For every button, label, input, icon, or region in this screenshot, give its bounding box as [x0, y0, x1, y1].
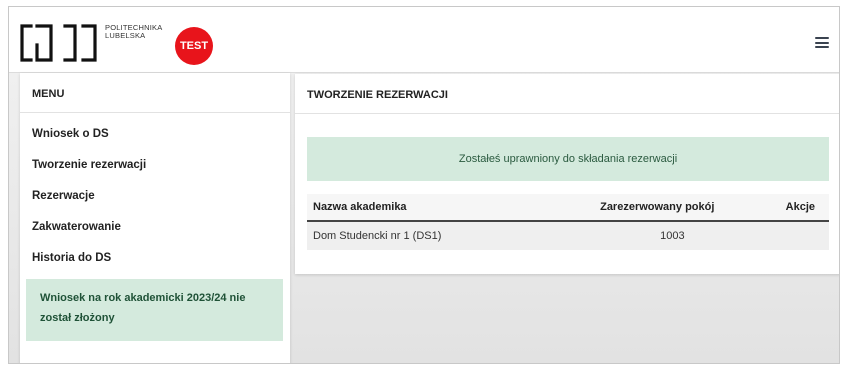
sidebar-menu: MENU Wniosek o DS Tworzenie rezerwacji R… — [20, 73, 290, 363]
application-status-alert: Wniosek na rok akademicki 2023/24 nie zo… — [26, 279, 283, 341]
sidebar-item-wniosek-o-ds[interactable]: Wniosek o DS — [20, 124, 290, 155]
university-name: POLITECHNIKA LUBELSKA — [105, 24, 162, 40]
dorm-name-cell: Dom Studencki nr 1 (DS1) — [307, 221, 595, 250]
column-header-room: Zarezerwowany pokój — [594, 194, 751, 222]
actions-cell — [750, 221, 829, 250]
application-status-line2: został złożony — [40, 312, 115, 324]
eligibility-success-alert: Zostałeś uprawniony do składania rezerwa… — [307, 137, 829, 181]
table-header-row: Nazwa akademika Zarezerwowany pokój Akcj… — [307, 194, 829, 222]
test-environment-badge: TEST — [175, 27, 213, 65]
sidebar-item-zakwaterowanie[interactable]: Zakwaterowanie — [20, 217, 290, 248]
reservations-table: Nazwa akademika Zarezerwowany pokój Akcj… — [307, 194, 829, 250]
sidebar-item-rezerwacje[interactable]: Rezerwacje — [20, 186, 290, 217]
university-name-line2: LUBELSKA — [105, 31, 146, 40]
table-row: Dom Studencki nr 1 (DS1) 1003 — [307, 221, 829, 250]
application-status-line1: Wniosek na rok akademicki 2023/24 nie — [40, 292, 246, 304]
sidebar-item-historia-do-ds[interactable]: Historia do DS — [20, 248, 290, 279]
sidebar-list: Wniosek o DS Tworzenie rezerwacji Rezerw… — [20, 113, 290, 279]
sidebar-title: MENU — [20, 73, 290, 113]
column-header-actions: Akcje — [750, 194, 829, 222]
university-logo[interactable] — [19, 21, 99, 65]
app-frame: POLITECHNIKA LUBELSKA TEST MENU Wniosek … — [8, 6, 840, 364]
top-bar: POLITECHNIKA LUBELSKA TEST — [9, 7, 839, 73]
sidebar-item-tworzenie-rezerwacji[interactable]: Tworzenie rezerwacji — [20, 155, 290, 186]
column-header-dorm: Nazwa akademika — [307, 194, 595, 222]
reservation-panel: TWORZENIE REZERWACJI Zostałeś uprawniony… — [295, 74, 839, 274]
page-title: TWORZENIE REZERWACJI — [295, 74, 839, 114]
hamburger-icon[interactable] — [815, 37, 829, 48]
room-number-cell: 1003 — [594, 221, 751, 250]
